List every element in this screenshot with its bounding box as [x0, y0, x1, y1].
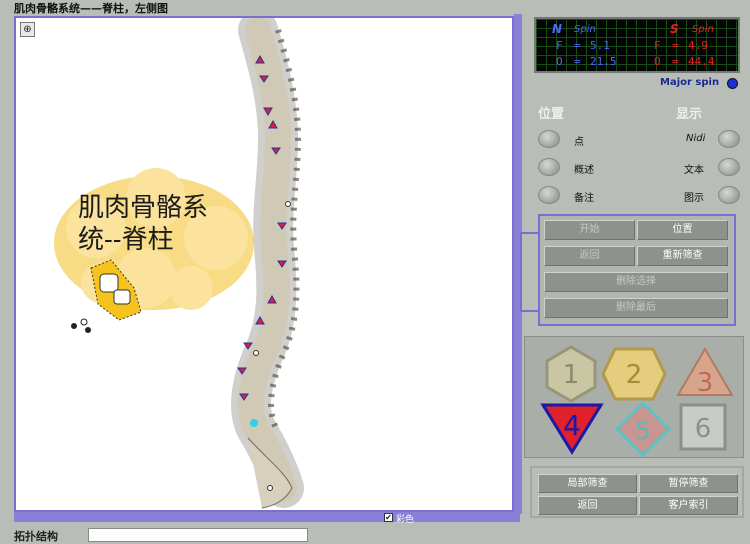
shape-2-label: 2: [626, 360, 643, 390]
back-button[interactable]: 返回: [544, 246, 635, 266]
major-spin-indicator[interactable]: [727, 78, 738, 89]
north-o-label: O: [556, 55, 563, 68]
point-label: 点: [574, 137, 584, 148]
position-heading: 位置: [538, 107, 565, 122]
spine-viewer[interactable]: 肌肉骨骼系 统--脊柱: [14, 16, 514, 512]
bracket-line: [520, 232, 540, 234]
north-o-eq: =: [574, 55, 581, 68]
south-label: S: [670, 22, 679, 36]
north-f-eq: =: [574, 39, 581, 52]
spine-illustration: [54, 18, 304, 509]
caption-line-1: 肌肉骨骼系: [78, 193, 209, 223]
shape-4-label: 4: [563, 409, 581, 442]
major-spin-label: Major spin: [660, 77, 720, 88]
point-radio[interactable]: [538, 130, 560, 148]
delete-selection-button[interactable]: 删除选择: [544, 272, 728, 292]
north-f-label: F: [556, 39, 563, 52]
shape-6-label: 6: [695, 414, 712, 444]
hexagon-1-icon[interactable]: 1: [545, 345, 597, 403]
caption-line-2: 统--脊柱: [78, 225, 174, 255]
zoom-button[interactable]: ⊕: [20, 22, 35, 37]
nidi-label: Nidi: [686, 133, 706, 144]
color-label: 彩色: [396, 515, 415, 525]
local-filter-button[interactable]: 局部筛查: [538, 474, 637, 493]
overview-radio[interactable]: [538, 158, 560, 176]
north-o-value: 21.5: [590, 55, 617, 68]
south-spin-label: Spin: [692, 24, 714, 35]
color-checkbox[interactable]: ✔: [384, 513, 393, 522]
back-bottom-button[interactable]: 返回: [538, 496, 637, 515]
diamond-5-icon[interactable]: 5: [614, 400, 672, 457]
pause-filter-button[interactable]: 暂停筛查: [639, 474, 738, 493]
nidi-radio[interactable]: [718, 130, 740, 148]
position-button[interactable]: 位置: [637, 220, 728, 240]
viewer-bottom-strip: [14, 512, 520, 522]
text-label: 文本: [684, 165, 704, 176]
remarks-label: 备注: [574, 193, 594, 204]
shape-3-label: 3: [697, 368, 714, 398]
triangle-3-icon[interactable]: 3: [676, 347, 734, 398]
hexagon-2-icon[interactable]: 2: [601, 347, 667, 401]
diagram-label: 图示: [684, 193, 704, 204]
south-o-eq: =: [672, 55, 679, 68]
shape-selector-panel: 1 2 3 4 5 6: [524, 336, 744, 458]
shape-5-label: 5: [635, 417, 650, 445]
shape-1-label: 1: [563, 360, 580, 390]
triangle-4-icon[interactable]: 4: [540, 403, 604, 455]
north-f-value: 5.1: [590, 39, 610, 52]
south-f-value: 4.9: [688, 39, 708, 52]
text-radio[interactable]: [718, 158, 740, 176]
bracket-line: [520, 232, 522, 312]
remarks-radio[interactable]: [538, 186, 560, 204]
magnifier-icon: ⊕: [23, 24, 32, 35]
south-f-eq: =: [672, 39, 679, 52]
window-title: 肌肉骨骼系统——脊柱，左侧图: [14, 2, 168, 15]
start-button[interactable]: 开始: [544, 220, 635, 240]
display-heading: 显示: [676, 107, 703, 122]
south-o-value: 44.4: [688, 55, 715, 68]
south-o-label: O: [654, 55, 661, 68]
topology-label: 拓扑结构: [14, 530, 58, 543]
north-label: N: [552, 22, 563, 36]
overview-label: 概述: [574, 165, 594, 176]
topology-field[interactable]: [88, 528, 308, 542]
square-6-icon[interactable]: 6: [679, 403, 727, 451]
south-f-label: F: [654, 39, 661, 52]
delete-last-button[interactable]: 删除最后: [544, 298, 728, 318]
spin-display: N Spin F = 5.1 O = 21.5 S Spin F = 4.9 O…: [534, 17, 740, 73]
diagram-radio[interactable]: [718, 186, 740, 204]
spine-column: [231, 18, 304, 509]
north-spin-label: Spin: [574, 24, 596, 35]
command-panel: 开始 位置 返回 重新筛查 删除选择 删除最后: [538, 214, 736, 326]
bracket-line: [520, 310, 540, 312]
client-index-button[interactable]: 客户索引: [639, 496, 738, 515]
refilter-button[interactable]: 重新筛查: [637, 246, 728, 266]
